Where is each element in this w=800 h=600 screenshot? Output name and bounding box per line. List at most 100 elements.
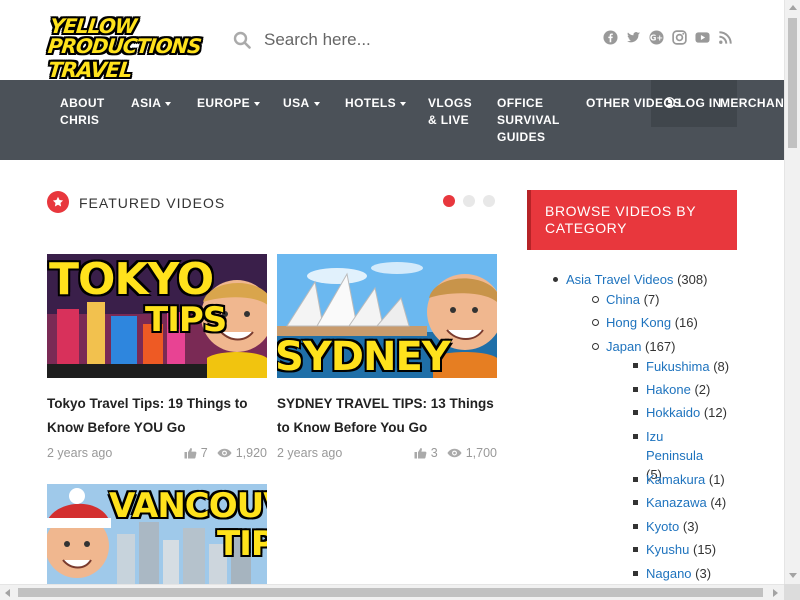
video-date: 2 years ago [47,446,113,460]
category-name[interactable]: Japan [606,339,641,354]
carousel-dot-3[interactable] [483,195,495,207]
view-count: 1,700 [465,446,497,460]
category-name[interactable]: Hokkaido [646,405,700,420]
like-count: 3 [430,446,438,460]
category-item[interactable]: Kyoto (3) [552,517,752,540]
category-count: (12) [703,405,727,420]
nav-hotels-label: HOTELS [345,96,397,110]
logo-line-1: YELLOW PRODUCTIONS [46,14,203,58]
category-name[interactable]: Kyushu [646,542,689,557]
chevron-down-icon [254,101,261,106]
video-thumbnail[interactable]: VANCOUVER TIPS [47,484,267,584]
featured-videos-title: FEATURED VIDEOS [79,195,226,211]
category-name[interactable]: China [606,292,640,307]
eye-icon [217,448,232,458]
search-icon[interactable] [233,31,251,49]
nav-hotels[interactable]: HOTELS [345,95,407,112]
chevron-down-icon [165,101,172,106]
scroll-down-icon[interactable] [789,573,797,578]
category-count: (7) [643,292,660,307]
nav-asia[interactable]: ASIA [131,95,172,112]
category-name[interactable]: Nagano [646,566,692,581]
user-icon [664,97,675,108]
category-item[interactable]: Japan (167) [552,337,752,356]
nav-office-survival-guides[interactable]: OFFICE SURVIVAL GUIDES [497,95,560,146]
nav-vlogs-live[interactable]: VLOGS & LIVE [428,95,472,129]
nav-about-chris[interactable]: ABOUT CHRIS [60,95,105,129]
video-thumbnail[interactable]: SYDNEY [277,254,497,378]
nav-usa-label: USA [283,96,310,110]
category-count: (308) [677,272,708,287]
nav-usa[interactable]: USA [283,95,320,112]
chevron-down-icon [313,101,320,106]
nav-login[interactable]: LOG IN [664,95,722,112]
category-item[interactable]: Kyushu (15) [552,540,752,564]
category-count: (3) [695,566,712,581]
carousel-dot-2[interactable] [463,195,475,207]
horizontal-scroll-thumb[interactable] [18,588,763,597]
scroll-left-icon[interactable] [5,589,10,597]
nav-europe[interactable]: EUROPE [197,95,261,112]
scroll-right-icon[interactable] [773,589,778,597]
scrollbar-corner [784,584,800,600]
category-name[interactable]: Hakone [646,382,691,397]
vertical-scrollbar[interactable] [784,0,800,584]
video-meta: 2 years ago 3 1,700 [277,446,497,464]
eye-icon [447,448,462,458]
browse-by-category-header: BROWSE VIDEOS BY CATEGORY [527,190,737,250]
instagram-icon[interactable] [672,30,687,45]
category-item[interactable]: Kanazawa (4) [552,493,752,517]
category-name[interactable]: Asia Travel Videos [566,272,673,287]
category-item[interactable]: Nagano (3) [552,564,752,584]
video-title[interactable]: Tokyo Travel Tips: 19 Things to Know Bef… [47,392,267,440]
category-count: (15) [693,542,717,557]
social-links: G+ [603,30,733,50]
category-item[interactable]: Izu Peninsula (5) [552,427,703,482]
scroll-up-icon[interactable] [789,5,797,10]
thumbnail-text: TIPS [145,300,227,340]
category-name[interactable]: Kanazawa [646,495,707,510]
video-title[interactable]: SYDNEY TRAVEL TIPS: 13 Things to Know Be… [277,392,497,440]
category-item[interactable]: Hakone (2) [552,380,752,403]
youtube-icon[interactable] [695,30,710,45]
horizontal-scrollbar[interactable] [0,584,784,600]
category-name[interactable]: Hong Kong [606,315,671,330]
category-count: (3) [682,519,699,534]
main-nav: ABOUT CHRIS ASIA EUROPE USA HOTELS VLOGS… [0,80,784,160]
nav-europe-label: EUROPE [197,96,251,110]
thumbnail-text: SYDNEY [277,334,451,378]
twitter-icon[interactable] [626,30,641,45]
category-item[interactable]: Kamakura (1) [552,470,752,493]
video-thumbnail[interactable]: TOKYO TIPS [47,254,267,378]
video-card[interactable]: VANCOUVER TIPS [47,484,267,584]
featured-videos-header: FEATURED VIDEOS [47,190,497,216]
vertical-scroll-thumb[interactable] [788,18,797,148]
rss-icon[interactable] [718,30,733,45]
nav-login-label: LOG IN [678,96,722,110]
carousel-dot-1[interactable] [443,195,455,207]
facebook-icon[interactable] [603,30,618,45]
thumbs-up-icon [184,448,197,459]
category-name[interactable]: Kamakura [646,472,705,487]
category-item[interactable]: China (7) [552,290,752,313]
category-count: (2) [694,382,711,397]
view-count: 1,920 [235,446,267,460]
chevron-down-icon [400,101,407,106]
category-count: (4) [710,495,727,510]
site-logo[interactable]: YELLOW PRODUCTIONS TRAVEL VIDEOS [45,13,203,103]
category-item[interactable]: Hong Kong (16) [552,313,752,337]
category-item[interactable]: Fukushima (8) [552,356,752,380]
like-count: 7 [200,446,208,460]
category-name[interactable]: Kyoto [646,519,679,534]
search-input[interactable] [258,26,558,54]
video-card[interactable]: TOKYO TIPS Tokyo Travel Tips: 19 Things … [47,254,267,464]
nav-asia-label: ASIA [131,96,162,110]
category-name[interactable]: Izu Peninsula [646,429,703,463]
category-item[interactable]: Hokkaido (12) [552,403,752,427]
category-name[interactable]: Fukushima [646,359,710,374]
nav-merchandise[interactable]: MERCHANDISE [720,95,784,112]
category-item[interactable]: Asia Travel Videos (308) [552,270,752,290]
video-card[interactable]: SYDNEY SYDNEY TRAVEL TIPS: 13 Things to … [277,254,497,464]
carousel-dots [443,195,495,207]
google-plus-icon[interactable]: G+ [649,30,664,45]
